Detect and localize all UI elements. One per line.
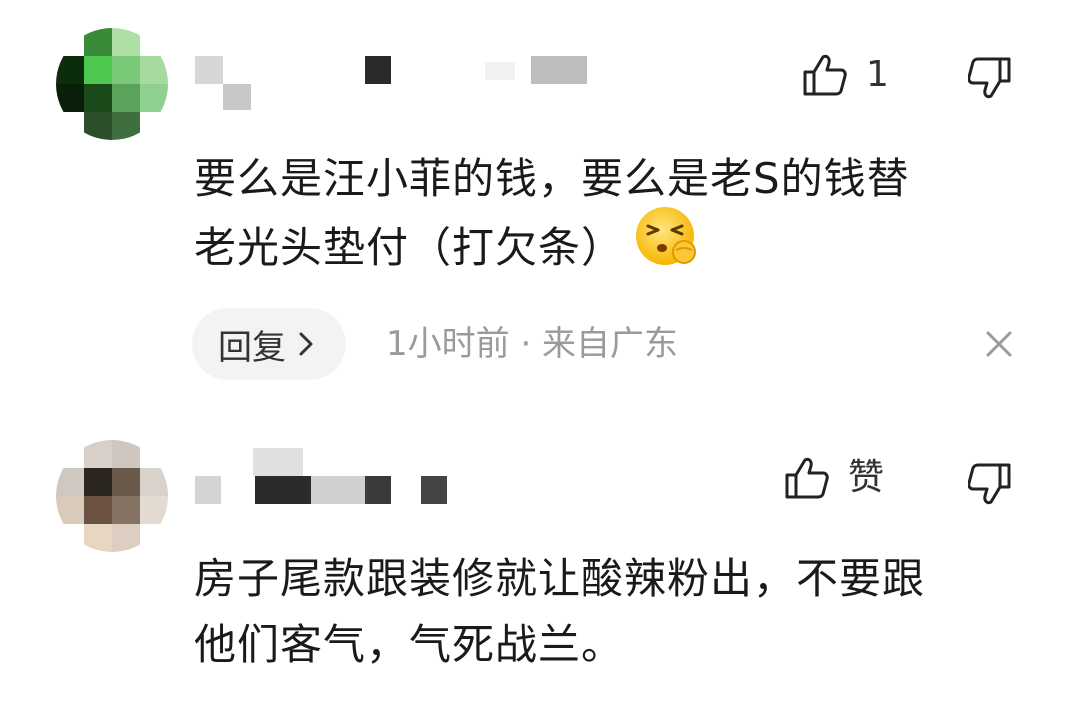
thumbs-up-icon <box>803 54 847 96</box>
comment-text-line: 房子尾款跟装修就让酸辣粉出，不要跟 <box>194 554 926 603</box>
like-button[interactable]: 1 <box>802 53 889 97</box>
comment-text-segment: 老光头垫付（打欠条） <box>194 223 625 272</box>
dislike-button[interactable] <box>967 462 1012 510</box>
like-count: 1 <box>866 54 889 95</box>
avatar[interactable] <box>56 440 168 552</box>
comment-item: 1 要么是汪小菲的钱，要么是老S的钱替 老光头垫付（打欠条） 回复 1小时前 ·… <box>0 0 1080 400</box>
thumbs-down-icon <box>967 463 1011 505</box>
comment-list: 1 要么是汪小菲的钱，要么是老S的钱替 老光头垫付（打欠条） 回复 1小时前 ·… <box>0 0 1080 710</box>
comment-text: 房子尾款跟装修就让酸辣粉出，不要跟 他们客气，气死战兰。 <box>194 546 1024 678</box>
like-button[interactable]: 赞 <box>784 456 884 500</box>
thumbs-down-icon <box>967 57 1011 99</box>
dislike-button[interactable] <box>967 56 1012 104</box>
username-blurred[interactable] <box>195 446 615 506</box>
comment-text: 要么是汪小菲的钱，要么是老S的钱替 老光头垫付（打欠条） <box>194 146 1024 289</box>
comment-text-line: 要么是汪小菲的钱，要么是老S的钱替 <box>194 154 910 203</box>
comment-item: 赞 房子尾款跟装修就让酸辣粉出，不要跟 他们客气，气死战兰。 <box>0 420 1080 710</box>
thumbs-up-icon <box>785 457 829 499</box>
dismiss-button[interactable] <box>985 330 1013 362</box>
comment-text-line: 他们客气，气死战兰。 <box>194 620 625 669</box>
comment-text-line: 老光头垫付（打欠条） <box>194 207 1024 289</box>
avatar[interactable] <box>56 28 168 140</box>
like-label: 赞 <box>848 457 885 498</box>
username-blurred[interactable] <box>195 52 615 112</box>
comment-meta: 1小时前 · 来自广东 <box>386 324 679 364</box>
shushing-face-emoji-icon <box>634 204 700 289</box>
reply-label: 回复 <box>218 327 286 368</box>
reply-button[interactable]: 回复 <box>192 308 346 380</box>
close-icon <box>986 331 1012 357</box>
chevron-right-icon <box>299 332 313 356</box>
